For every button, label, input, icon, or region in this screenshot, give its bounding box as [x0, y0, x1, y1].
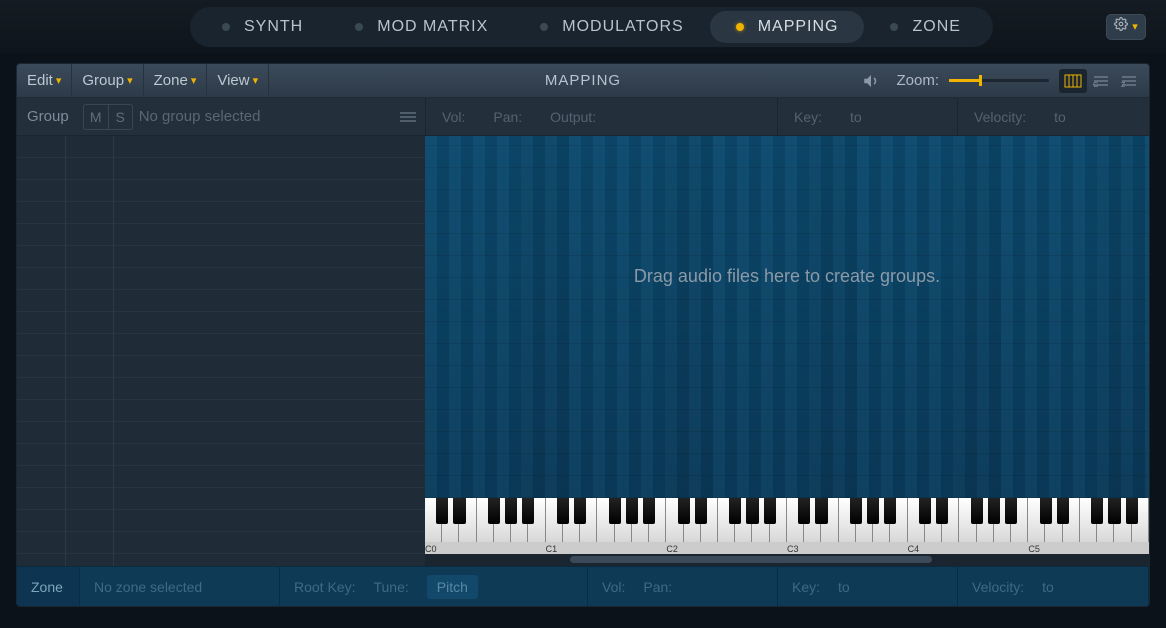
zone-section-label: Zone — [17, 567, 80, 606]
group-pan-label[interactable]: Pan: — [493, 109, 522, 125]
octave-label: C0 — [425, 544, 437, 554]
chevron-down-icon: ▾ — [1132, 20, 1138, 33]
zone-velocity-label[interactable]: Velocity: — [972, 579, 1024, 595]
mapping-panel: Edit▾ Group▾ Zone▾ View▾ MAPPING Zoom: G… — [16, 63, 1150, 607]
view-mode-group-list-icon[interactable]: G — [1087, 69, 1115, 93]
zoom-slider[interactable] — [949, 73, 1049, 89]
gear-icon — [1114, 17, 1128, 36]
panel-title: MAPPING — [545, 72, 621, 89]
horizontal-scrollbar[interactable] — [425, 554, 1149, 566]
drag-hint-text: Drag audio files here to create groups. — [425, 266, 1149, 287]
octave-label: C5 — [1028, 544, 1040, 554]
group-key-to-label[interactable]: to — [850, 109, 862, 125]
panel-toolbar: Edit▾ Group▾ Zone▾ View▾ MAPPING Zoom: G… — [17, 64, 1149, 98]
mute-button[interactable]: M — [84, 105, 108, 129]
zone-key-to-label[interactable]: to — [838, 579, 850, 595]
tab-mod-matrix[interactable]: MOD MATRIX — [329, 11, 514, 43]
view-mode-keymap-icon[interactable] — [1059, 69, 1087, 93]
tab-label: SYNTH — [244, 18, 303, 36]
tab-zone[interactable]: ZONE — [864, 11, 986, 43]
top-tab-bar: SYNTH MOD MATRIX MODULATORS MAPPING ZONE… — [0, 0, 1166, 53]
solo-button[interactable]: S — [108, 105, 132, 129]
zone-inspector-bar: Zone No zone selected Root Key: Tune: Pi… — [17, 566, 1149, 606]
zone-velocity-to-label[interactable]: to — [1042, 579, 1054, 595]
group-inspector-bar: Group M S No group selected Vol: Pan: Ou… — [17, 98, 1149, 136]
velocity-key-grid[interactable]: Drag audio files here to create groups. — [425, 136, 1149, 498]
chevron-down-icon: ▾ — [191, 74, 197, 87]
zone-vol-label[interactable]: Vol: — [602, 579, 625, 595]
zone-key-label[interactable]: Key: — [792, 579, 820, 595]
mapping-editor: Drag audio files here to create groups. … — [17, 136, 1149, 566]
zone-menu[interactable]: Zone▾ — [144, 64, 208, 97]
zone-pan-label[interactable]: Pan: — [643, 579, 672, 595]
tab-label: MODULATORS — [562, 18, 683, 36]
audition-volume-button[interactable] — [860, 70, 882, 92]
group-menu[interactable]: Group▾ — [72, 64, 143, 97]
svg-text:G: G — [1093, 82, 1098, 88]
group-velocity-to-label[interactable]: to — [1054, 109, 1066, 125]
tab-label: ZONE — [912, 18, 960, 36]
group-list-icon[interactable] — [395, 104, 421, 130]
tab-label: MAPPING — [758, 18, 839, 36]
chevron-down-icon: ▾ — [127, 74, 133, 87]
zone-name-field[interactable]: No zone selected — [94, 579, 202, 595]
octave-label: C3 — [787, 544, 799, 554]
group-velocity-label[interactable]: Velocity: — [974, 109, 1026, 125]
tab-mapping[interactable]: MAPPING — [710, 11, 865, 43]
view-menu[interactable]: View▾ — [207, 64, 269, 97]
group-list-sidebar[interactable] — [17, 136, 425, 566]
edit-menu[interactable]: Edit▾ — [17, 64, 72, 97]
group-vol-label[interactable]: Vol: — [442, 109, 465, 125]
group-section-label: Group — [17, 108, 79, 125]
octave-label: C1 — [546, 544, 558, 554]
tab-modulators[interactable]: MODULATORS — [514, 11, 709, 43]
svg-text:Z: Z — [1121, 82, 1126, 88]
tab-label: MOD MATRIX — [377, 18, 488, 36]
group-name-field[interactable]: No group selected — [139, 108, 359, 125]
chevron-down-icon: ▾ — [56, 74, 62, 87]
tab-synth[interactable]: SYNTH — [196, 11, 329, 43]
group-key-label[interactable]: Key: — [794, 109, 822, 125]
piano-keyboard[interactable]: C0 C1 C2 C3 C4 C5 — [425, 498, 1149, 554]
zoom-label: Zoom: — [896, 72, 939, 89]
chevron-down-icon: ▾ — [253, 74, 259, 87]
zone-pitch-button[interactable]: Pitch — [427, 575, 478, 599]
group-output-label[interactable]: Output: — [550, 109, 596, 125]
octave-label: C2 — [666, 544, 678, 554]
zone-tune-label[interactable]: Tune: — [373, 579, 408, 595]
view-mode-zone-list-icon[interactable]: Z — [1115, 69, 1143, 93]
octave-label: C4 — [908, 544, 920, 554]
settings-button[interactable]: ▾ — [1106, 14, 1146, 40]
zone-rootkey-label[interactable]: Root Key: — [294, 579, 355, 595]
